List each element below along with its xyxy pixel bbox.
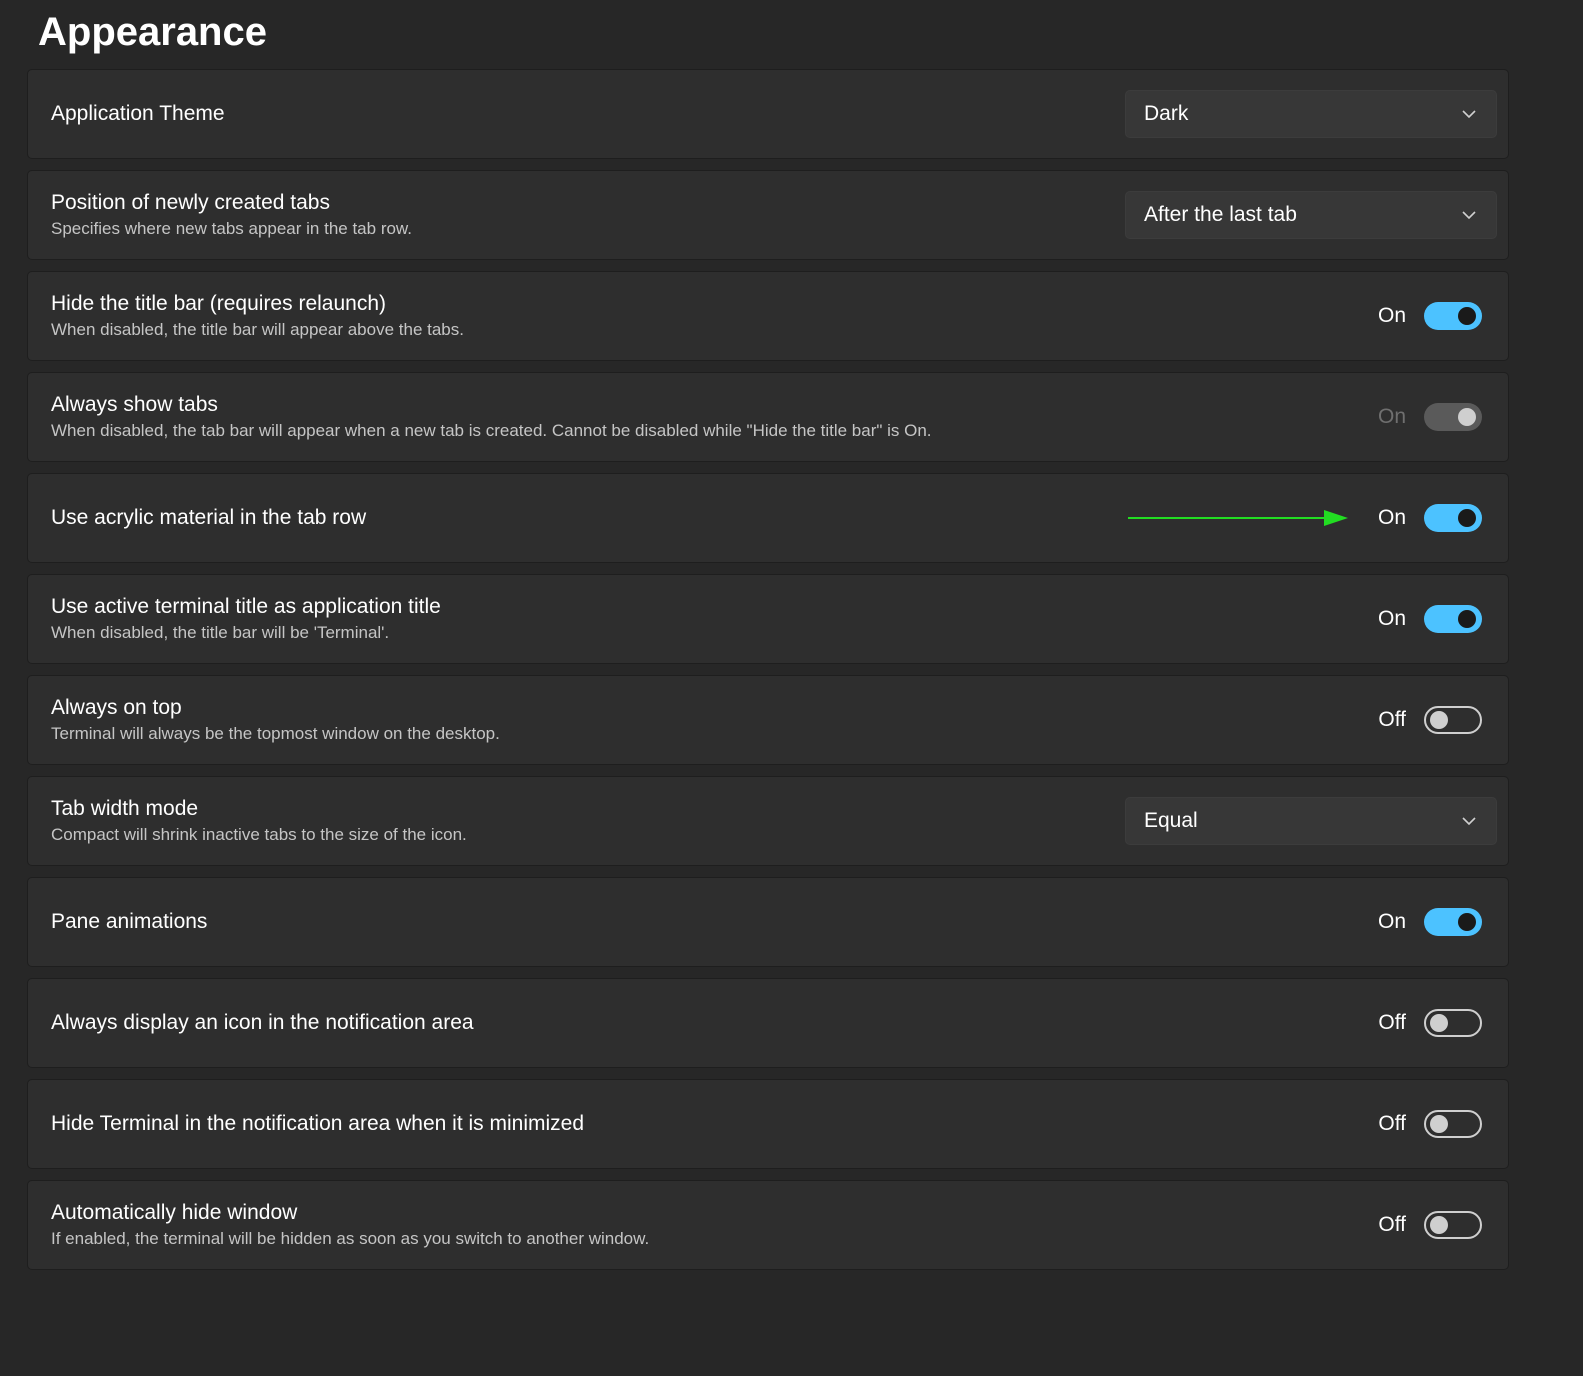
toggle-state-label: Off — [1378, 708, 1406, 731]
toggle-knob — [1458, 913, 1476, 931]
toggle-knob — [1458, 408, 1476, 426]
toggle-state-label: On — [1377, 910, 1406, 933]
setting-label: Use active terminal title as application… — [51, 595, 441, 618]
setting-description: Terminal will always be the topmost wind… — [51, 724, 500, 743]
dropdown-value: Equal — [1144, 809, 1198, 832]
new-tab-position-dropdown[interactable]: After the last tab — [1125, 191, 1497, 239]
setting-label: Always display an icon in the notificati… — [51, 1011, 474, 1034]
setting-always-on-top: Always on top Terminal will always be th… — [27, 675, 1509, 765]
toggle-knob — [1430, 1115, 1448, 1133]
setting-label: Position of newly created tabs — [51, 191, 330, 214]
setting-label: Always show tabs — [51, 393, 218, 416]
pane-animations-toggle[interactable] — [1424, 908, 1482, 936]
setting-application-theme: Application Theme Dark — [27, 69, 1509, 159]
tab-width-mode-dropdown[interactable]: Equal — [1125, 797, 1497, 845]
active-terminal-title-toggle[interactable] — [1424, 605, 1482, 633]
setting-new-tab-position: Position of newly created tabs Specifies… — [27, 170, 1509, 260]
setting-label: Hide the title bar (requires relaunch) — [51, 292, 386, 315]
setting-label: Application Theme — [51, 102, 225, 125]
arrow-icon — [1128, 510, 1348, 526]
settings-list: Application Theme Dark Position of newly… — [27, 69, 1509, 1281]
chevron-down-icon — [1462, 208, 1476, 222]
hide-title-bar-toggle[interactable] — [1424, 302, 1482, 330]
setting-auto-hide-window: Automatically hide window If enabled, th… — [27, 1180, 1509, 1270]
toggle-state-label: Off — [1378, 1213, 1406, 1236]
setting-active-terminal-title: Use active terminal title as application… — [27, 574, 1509, 664]
toggle-state-label: On — [1377, 506, 1406, 529]
setting-acrylic-tab-row: Use acrylic material in the tab row On — [27, 473, 1509, 563]
toggle-knob — [1458, 509, 1476, 527]
setting-description: Compact will shrink inactive tabs to the… — [51, 825, 467, 844]
settings-page: Appearance Application Theme Dark Positi… — [0, 0, 1583, 1376]
setting-always-show-tabs: Always show tabs When disabled, the tab … — [27, 372, 1509, 462]
chevron-down-icon — [1462, 107, 1476, 121]
setting-label: Always on top — [51, 696, 182, 719]
toggle-state-label: Off — [1378, 1011, 1406, 1034]
setting-hide-title-bar: Hide the title bar (requires relaunch) W… — [27, 271, 1509, 361]
setting-description: When disabled, the title bar will appear… — [51, 320, 464, 339]
toggle-state-label: On — [1377, 405, 1406, 428]
toggle-state-label: Off — [1378, 1112, 1406, 1135]
setting-description: When disabled, the tab bar will appear w… — [51, 421, 932, 440]
toggle-knob — [1430, 1014, 1448, 1032]
setting-description: If enabled, the terminal will be hidden … — [51, 1229, 650, 1248]
toggle-state-label: On — [1377, 304, 1406, 327]
setting-label: Pane animations — [51, 910, 208, 933]
setting-label: Automatically hide window — [51, 1201, 298, 1224]
setting-minimize-to-notification-area: Hide Terminal in the notification area w… — [27, 1079, 1509, 1169]
always-on-top-toggle[interactable] — [1424, 706, 1482, 734]
setting-description: Specifies where new tabs appear in the t… — [51, 219, 412, 238]
setting-label: Use acrylic material in the tab row — [51, 506, 367, 529]
chevron-down-icon — [1462, 814, 1476, 828]
setting-pane-animations: Pane animations On — [27, 877, 1509, 967]
notification-icon-toggle[interactable] — [1424, 1009, 1482, 1037]
toggle-knob — [1458, 307, 1476, 325]
toggle-knob — [1430, 1216, 1448, 1234]
setting-label: Tab width mode — [51, 797, 199, 820]
application-theme-dropdown[interactable]: Dark — [1125, 90, 1497, 138]
toggle-knob — [1458, 610, 1476, 628]
page-title: Appearance — [38, 10, 267, 54]
setting-tab-width-mode: Tab width mode Compact will shrink inact… — [27, 776, 1509, 866]
setting-label: Hide Terminal in the notification area w… — [51, 1112, 585, 1135]
toggle-knob — [1430, 711, 1448, 729]
always-show-tabs-toggle — [1424, 403, 1482, 431]
toggle-state-label: On — [1377, 607, 1406, 630]
dropdown-value: Dark — [1144, 102, 1189, 125]
auto-hide-window-toggle[interactable] — [1424, 1211, 1482, 1239]
minimize-to-notification-area-toggle[interactable] — [1424, 1110, 1482, 1138]
setting-description: When disabled, the title bar will be 'Te… — [51, 623, 390, 642]
setting-notification-icon: Always display an icon in the notificati… — [27, 978, 1509, 1068]
acrylic-tab-row-toggle[interactable] — [1424, 504, 1482, 532]
dropdown-value: After the last tab — [1144, 203, 1297, 226]
